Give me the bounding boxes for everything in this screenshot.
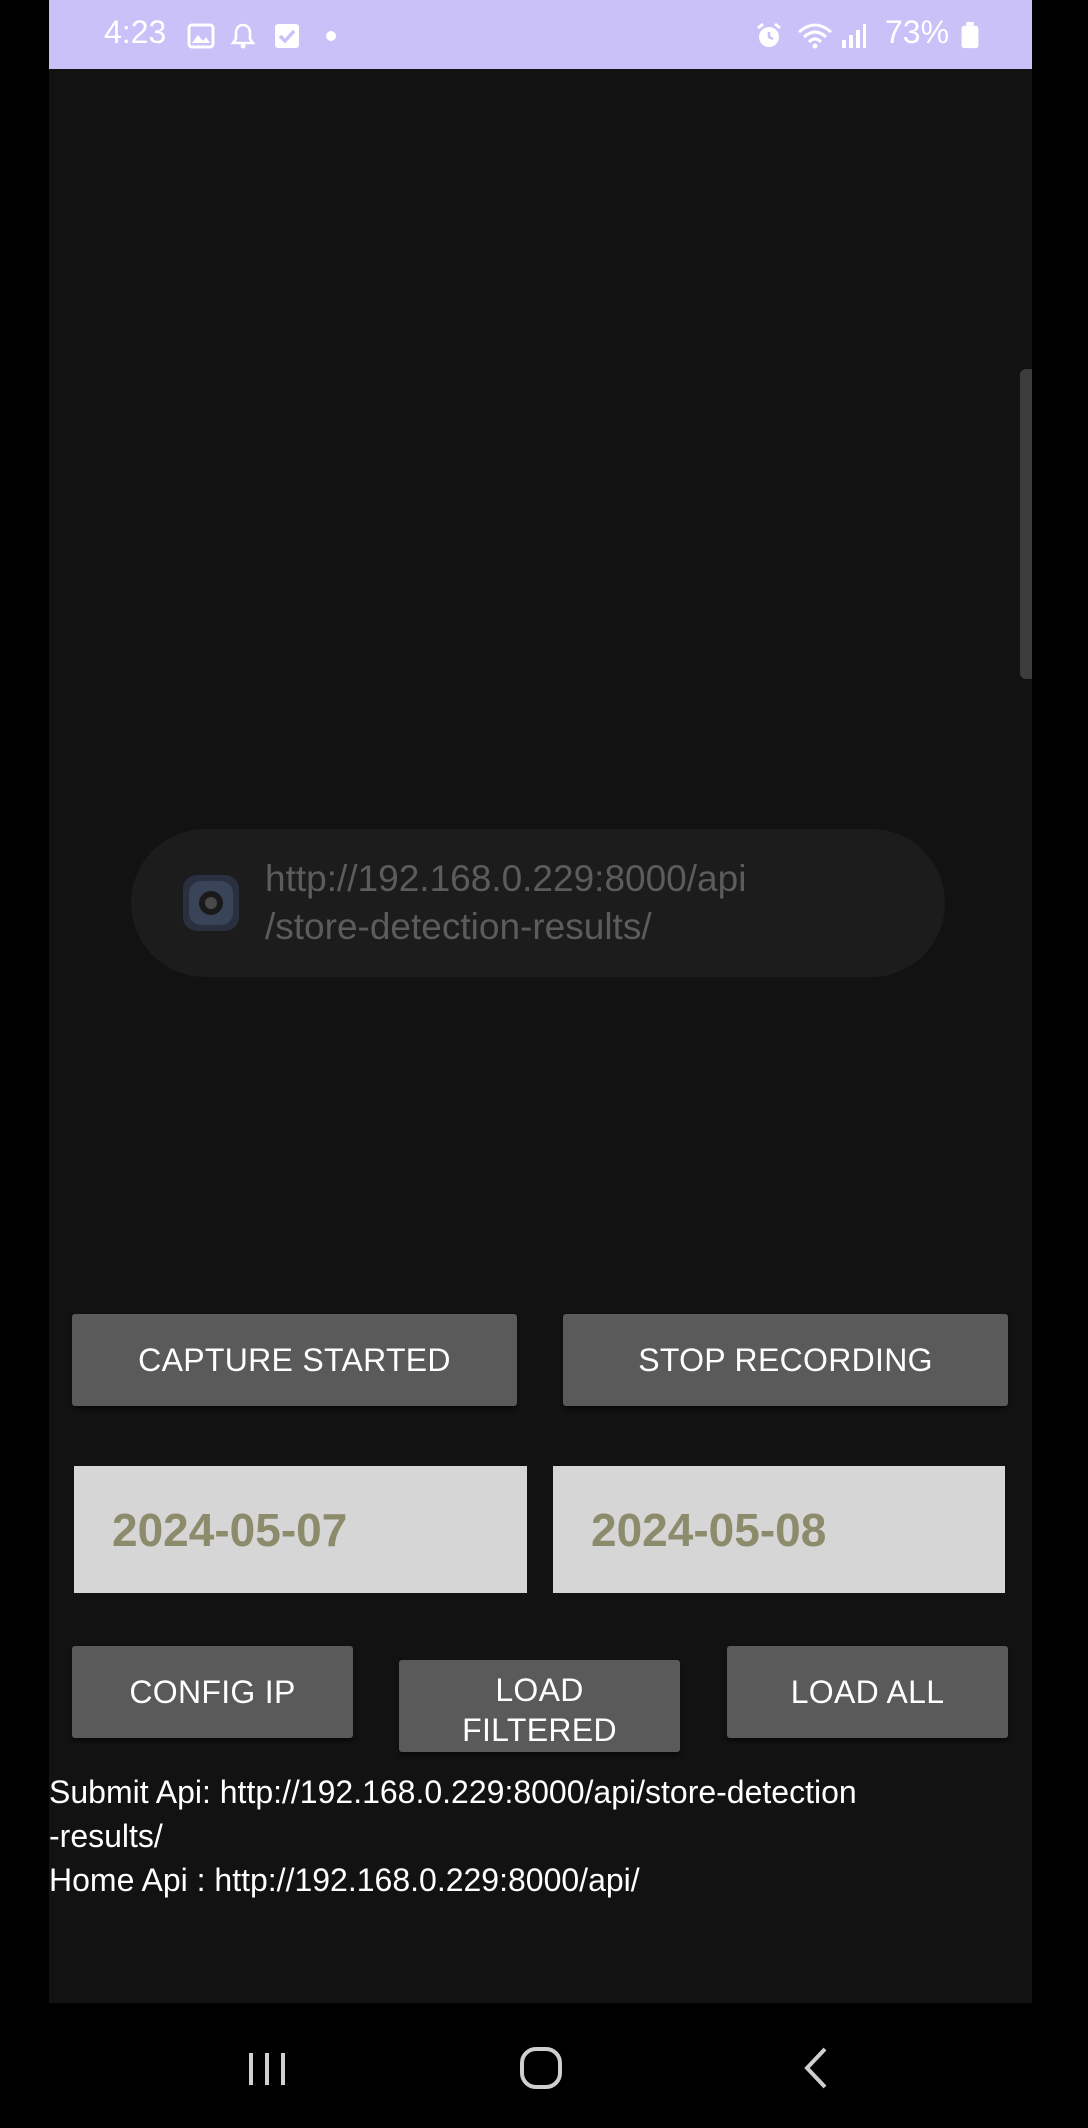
scrollbar[interactable]	[1020, 369, 1032, 679]
navigation-bar	[49, 2003, 1032, 2128]
checkbox-icon	[275, 24, 299, 48]
config-ip-button[interactable]: CONFIG IP	[72, 1646, 353, 1738]
battery-percent: 73%	[885, 14, 950, 50]
camera-app-icon	[183, 875, 239, 931]
wifi-icon	[798, 23, 832, 49]
gallery-icon	[187, 23, 215, 49]
toast-notification: http://192.168.0.229:8000/api /store-det…	[131, 829, 945, 977]
status-bar: 4:23 73%	[49, 0, 1032, 69]
stop-recording-button[interactable]: STOP RECORDING	[563, 1314, 1008, 1406]
load-filtered-button[interactable]: LOAD FILTERED	[399, 1660, 680, 1752]
toast-message: http://192.168.0.229:8000/api /store-det…	[265, 858, 747, 947]
status-time: 4:23	[104, 14, 167, 50]
home-api-text: Home Api : http://192.168.0.229:8000/api…	[49, 1862, 640, 1898]
capture-started-button[interactable]: CAPTURE STARTED	[72, 1314, 517, 1406]
end-date-field[interactable]: 2024-05-08	[553, 1466, 1005, 1593]
back-icon[interactable]	[777, 2033, 857, 2103]
home-icon[interactable]	[501, 2033, 581, 2103]
load-all-button[interactable]: LOAD ALL	[727, 1646, 1008, 1738]
start-date-field[interactable]: 2024-05-07	[74, 1466, 527, 1593]
phone-screen: 4:23 73% http://192.168.0.229:8000/api /…	[49, 0, 1032, 2128]
signal-icon	[842, 24, 866, 48]
recents-icon[interactable]	[227, 2033, 307, 2103]
battery-icon	[961, 22, 979, 49]
notification-bell-icon	[230, 23, 256, 49]
alarm-icon	[757, 22, 781, 47]
submit-api-text: Submit Api: http://192.168.0.229:8000/ap…	[49, 1774, 857, 1810]
dot-icon	[326, 31, 336, 41]
submit-api-text-continued: -results/	[49, 1818, 163, 1854]
api-info: Submit Api: http://192.168.0.229:8000/ap…	[49, 1770, 1032, 1902]
